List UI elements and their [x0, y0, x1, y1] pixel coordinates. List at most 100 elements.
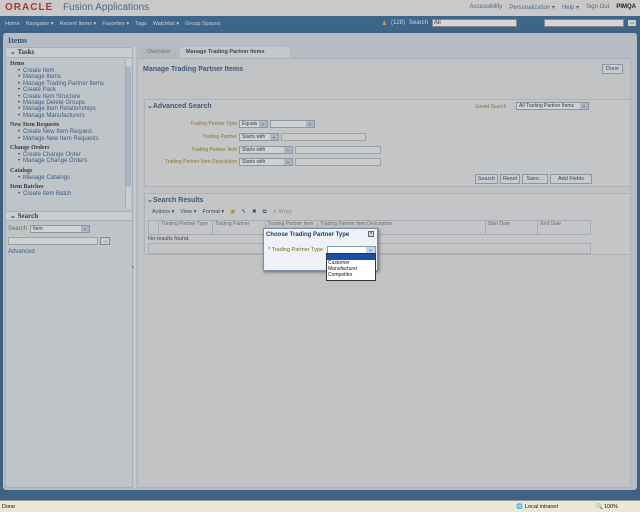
personalization-menu[interactable]: Personalization ▾: [509, 4, 555, 11]
nav-tags[interactable]: Tags: [135, 21, 147, 27]
operator-select[interactable]: Starts with ⌄: [239, 158, 293, 166]
advanced-link[interactable]: Advanced: [8, 249, 35, 255]
nav-favorites[interactable]: Favorites ▾: [102, 21, 129, 27]
nav-navigator[interactable]: Navigator ▾: [26, 21, 54, 27]
scroll-thumb[interactable]: [126, 67, 131, 187]
search-type-select[interactable]: Item ⌄: [30, 225, 90, 233]
done-button[interactable]: Done: [602, 64, 623, 74]
left-search-input[interactable]: [8, 237, 98, 245]
view-menu[interactable]: View ▾: [180, 209, 196, 216]
advanced-search-panel: ⌄ Advanced Search Saved Search All Tradin…: [144, 99, 631, 187]
nav-watchlist[interactable]: Watchlist ▾: [153, 21, 179, 27]
help-menu[interactable]: Help ▾: [562, 4, 579, 11]
reset-button[interactable]: Reset: [500, 174, 520, 184]
global-search-input[interactable]: [544, 19, 624, 27]
user-name: PIMQA: [616, 4, 636, 10]
option-competitor[interactable]: Competitor: [327, 272, 375, 278]
notifications-count[interactable]: (128): [391, 20, 405, 26]
task-link[interactable]: Manage Manufacturers: [6, 113, 132, 120]
search-scope-select[interactable]: All: [432, 19, 517, 27]
add-fields-button[interactable]: Add Fields: [550, 174, 592, 184]
field-label: Trading Partner: [202, 134, 237, 140]
chevron-down-icon: ⌄: [580, 103, 588, 109]
search-panel-title: Search: [17, 212, 39, 220]
trading-partner-type-value-select[interactable]: ⌄: [270, 120, 315, 128]
chevron-down-icon: ⌄: [81, 226, 89, 232]
zoom-icon[interactable]: 🔍: [596, 504, 603, 510]
collapse-icon[interactable]: ⌄: [10, 212, 18, 220]
operator-select[interactable]: Equals ⌄: [239, 120, 268, 128]
notifications-icon[interactable]: ♟: [382, 20, 387, 27]
trading-partner-item-input[interactable]: [295, 146, 381, 154]
tasks-title: Tasks: [17, 48, 35, 56]
chevron-down-icon: ⌄: [306, 121, 314, 127]
pane-splitter[interactable]: ‹: [132, 47, 136, 488]
task-link[interactable]: Manage Catalogs: [6, 175, 132, 182]
search-results-panel: ⌄Search Results Actions ▾ View ▾ Format …: [144, 193, 631, 255]
column-header[interactable]: Start Date: [484, 220, 539, 235]
format-menu[interactable]: Format ▾: [202, 209, 224, 216]
task-group-title: Item Batches: [10, 184, 44, 191]
tab-manage-trading-partner-items[interactable]: Manage Trading Partner Items: [180, 47, 290, 58]
search-go-icon[interactable]: →: [628, 20, 636, 26]
empty-message: No results found.: [148, 236, 190, 242]
tab-overview[interactable]: Overview: [141, 47, 179, 58]
page-title: Items: [8, 36, 28, 45]
search-label: Search: [8, 226, 28, 232]
task-group-title: New Item Requests: [10, 122, 60, 129]
field-label: Trading Partner Item: [191, 147, 237, 153]
nav-group-spaces[interactable]: Group Spaces: [185, 21, 220, 27]
main-content: Manage Trading Partner Items Done ⌄ Advan…: [137, 58, 631, 488]
search-results-title: Search Results: [152, 197, 204, 204]
tasks-scrollbar[interactable]: [125, 59, 131, 209]
task-group-title: Change Orders: [10, 145, 50, 152]
edit-icon[interactable]: ✎: [241, 209, 246, 216]
operator-select[interactable]: Starts with ⌄: [239, 133, 279, 141]
column-header[interactable]: Trading Partner: [211, 220, 266, 235]
security-zone: Local intranet: [525, 504, 559, 510]
globe-icon: 🌐: [516, 504, 523, 510]
task-link[interactable]: Manage New Item Requests: [6, 136, 132, 143]
field-label: Trading Partner Item Description: [164, 159, 237, 165]
nav-recent-items[interactable]: Recent Items ▾: [60, 21, 97, 27]
accessibility-link[interactable]: Accessibility: [470, 4, 503, 11]
operator-select[interactable]: Starts with ⌄: [239, 146, 293, 154]
sign-out-link[interactable]: Sign Out: [586, 4, 609, 11]
delete-icon[interactable]: ✖: [252, 209, 257, 216]
regional-area: ⌄ Tasks ItemsCreate ItemManage ItemsMana…: [5, 47, 133, 488]
actions-menu[interactable]: Actions ▾: [152, 209, 174, 216]
browser-status-bar: Done 🌐 Local intranet 🔍 100%: [0, 500, 640, 512]
search-go-icon[interactable]: →: [100, 237, 110, 245]
tasks-header[interactable]: ⌄ Tasks: [6, 48, 132, 58]
trading-partner-type-options: Customer Manufacturer Competitor: [326, 253, 376, 281]
collapse-icon[interactable]: ⌄: [10, 48, 18, 56]
search-button[interactable]: Search: [475, 174, 498, 184]
detach-icon[interactable]: ⧉: [263, 209, 267, 216]
save-button[interactable]: Save...: [522, 174, 548, 184]
trading-partner-input[interactable]: [281, 133, 366, 141]
saved-search-select[interactable]: All Trading Partner Items ⌄: [516, 102, 589, 110]
content-title: Manage Trading Partner Items: [143, 66, 243, 73]
nav-home[interactable]: Home: [5, 21, 20, 27]
oracle-logo: ORACLE: [5, 2, 54, 13]
dialog-title: Choose Trading Partner Type: [266, 232, 350, 238]
task-link[interactable]: Manage Change Orders: [6, 158, 132, 165]
item-description-input[interactable]: [295, 158, 381, 166]
column-header[interactable]: Trading Partner Type: [158, 220, 213, 235]
search-panel-header[interactable]: ⌄ Search: [6, 211, 132, 221]
select-column: [147, 220, 160, 235]
status-text: Done: [2, 504, 16, 510]
global-search-label: Search: [408, 20, 428, 26]
saved-search-label: Saved Search: [475, 104, 507, 110]
wrap-icon[interactable]: ↲ Wrap: [273, 209, 292, 216]
trading-partner-type-label: * Trading Partner Type: [268, 247, 323, 253]
task-link[interactable]: Create Item Batch: [6, 191, 132, 198]
app-name: Fusion Applications: [63, 2, 150, 13]
close-icon[interactable]: ×: [368, 231, 374, 237]
column-header[interactable]: End Date: [537, 220, 591, 235]
global-header: ORACLE Fusion Applications Accessibility…: [0, 0, 640, 16]
create-icon[interactable]: ▣: [230, 209, 235, 216]
wrap-label: Wrap: [278, 209, 292, 215]
zoom-level[interactable]: 100%: [604, 504, 618, 510]
field-label: Trading Partner Type: [190, 121, 237, 127]
